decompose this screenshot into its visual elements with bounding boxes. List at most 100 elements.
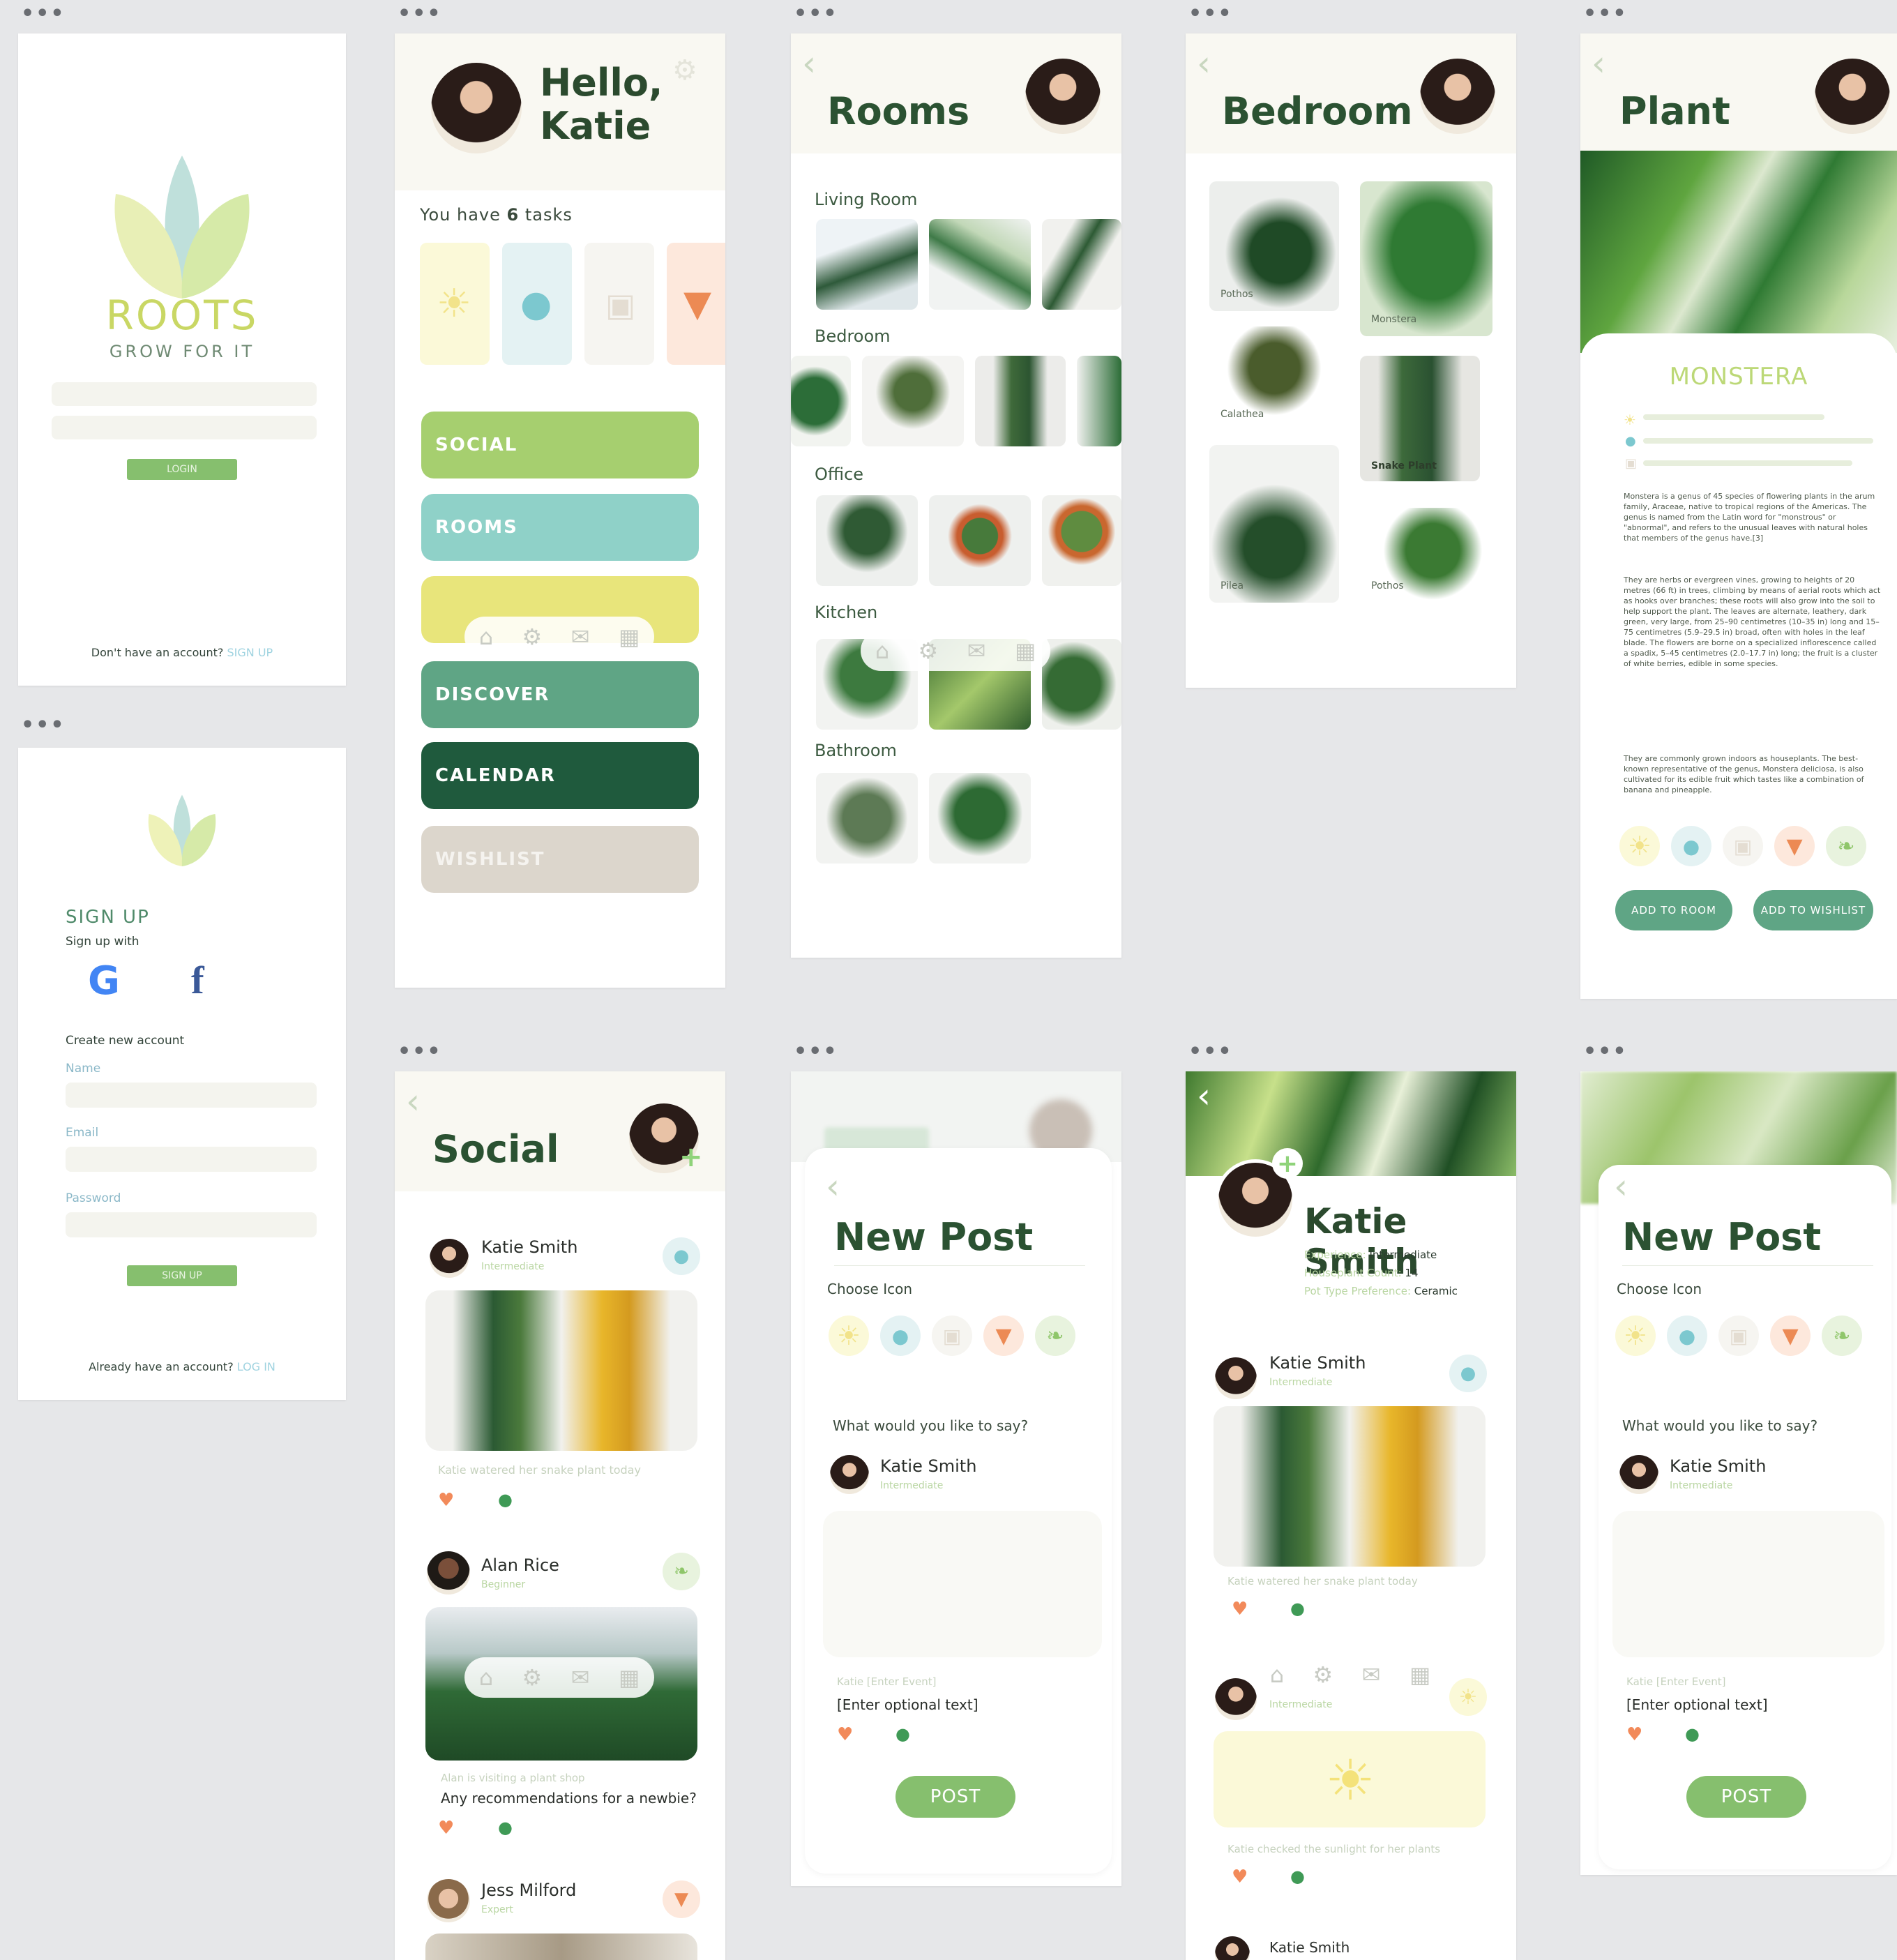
post-avatar[interactable]: [427, 1551, 470, 1595]
calendar-nav-icon[interactable]: ▦: [619, 1664, 640, 1691]
add-to-room-button[interactable]: ADD TO ROOM: [1615, 890, 1732, 930]
signup-button[interactable]: SIGN UP: [127, 1265, 237, 1286]
room-living-photo[interactable]: [816, 219, 918, 310]
post-text-input[interactable]: [823, 1511, 1102, 1657]
leaf-icon[interactable]: ❧: [1035, 1316, 1075, 1356]
user-avatar[interactable]: [431, 63, 522, 153]
comment-icon[interactable]: ●: [1290, 1599, 1305, 1618]
plant-card-pothos[interactable]: Pothos: [1360, 508, 1492, 603]
task-card-repot[interactable]: ▼: [667, 243, 725, 365]
facebook-icon[interactable]: f: [191, 958, 204, 1003]
email-field[interactable]: [66, 1147, 317, 1172]
plant-card-calathea[interactable]: Calathea: [1209, 326, 1339, 431]
signup-link[interactable]: SIGN UP: [227, 646, 273, 659]
back-icon[interactable]: ‹: [1614, 1169, 1628, 1204]
post-avatar[interactable]: [1215, 1678, 1257, 1720]
room-bedroom-photo[interactable]: [791, 356, 851, 446]
post-avatar[interactable]: [427, 1879, 470, 1922]
google-icon[interactable]: G: [88, 958, 120, 1004]
login-link[interactable]: LOG IN: [237, 1360, 275, 1373]
calendar-nav-icon[interactable]: ▦: [619, 624, 640, 650]
room-bathroom-photo[interactable]: [929, 773, 1031, 864]
post-button[interactable]: POST: [895, 1776, 1015, 1818]
window-menu-dots[interactable]: •••: [398, 1041, 442, 1062]
chat-nav-icon[interactable]: ✉: [967, 638, 986, 664]
window-menu-dots[interactable]: •••: [398, 3, 442, 24]
password-input[interactable]: [52, 416, 317, 439]
window-menu-dots[interactable]: •••: [794, 3, 838, 24]
room-living-photo[interactable]: [1042, 219, 1121, 310]
home-nav-icon[interactable]: ⌂: [875, 638, 889, 664]
comment-icon[interactable]: ●: [498, 1490, 513, 1509]
heart-icon[interactable]: ♥: [1232, 1599, 1248, 1620]
room-bathroom-photo[interactable]: [816, 773, 918, 864]
settings-nav-icon[interactable]: ⚙: [522, 624, 543, 650]
login-button[interactable]: LOGIN: [127, 459, 237, 480]
post-button[interactable]: POST: [1686, 1776, 1806, 1818]
user-avatar[interactable]: [1025, 59, 1101, 134]
comment-icon[interactable]: ●: [498, 1818, 513, 1837]
plant-card-snake-plant[interactable]: Snake Plant: [1360, 356, 1480, 481]
post-photo[interactable]: [425, 1290, 697, 1451]
menu-social[interactable]: SOCIAL: [421, 412, 699, 478]
room-bedroom-photo[interactable]: [975, 356, 1066, 446]
post-photo[interactable]: ☀: [1214, 1731, 1486, 1827]
chat-nav-icon[interactable]: ✉: [571, 1664, 590, 1691]
chat-nav-icon[interactable]: ✉: [571, 624, 590, 650]
event-input[interactable]: Katie [Enter Event]: [837, 1675, 937, 1688]
comment-icon[interactable]: ●: [1290, 1867, 1305, 1886]
room-kitchen-photo[interactable]: [1042, 639, 1121, 730]
back-icon[interactable]: ‹: [826, 1169, 840, 1204]
back-icon[interactable]: ‹: [406, 1084, 420, 1119]
window-menu-dots[interactable]: •••: [1583, 3, 1628, 24]
password-field[interactable]: [66, 1212, 317, 1237]
heart-icon[interactable]: ♥: [438, 1818, 454, 1839]
window-menu-dots[interactable]: •••: [1188, 3, 1233, 24]
menu-wishlist[interactable]: WISHLIST: [421, 826, 699, 893]
add-photo-icon[interactable]: +: [1272, 1148, 1303, 1179]
post-author[interactable]: Jess Milford: [481, 1880, 576, 1900]
post-avatar[interactable]: [430, 1239, 469, 1278]
leaf-icon[interactable]: ❧: [1822, 1316, 1862, 1356]
add-post-icon[interactable]: +: [679, 1141, 703, 1173]
settings-nav-icon[interactable]: ⚙: [919, 638, 939, 664]
post-author[interactable]: Alan Rice: [481, 1555, 559, 1575]
room-office-photo[interactable]: [929, 495, 1031, 586]
room-living-photo[interactable]: [929, 219, 1031, 310]
optional-text-input[interactable]: [Enter optional text]: [837, 1696, 978, 1713]
heart-icon[interactable]: ♥: [438, 1490, 454, 1511]
post-author[interactable]: Katie Smith: [1269, 1353, 1366, 1373]
name-field[interactable]: [66, 1083, 317, 1108]
window-menu-dots[interactable]: •••: [1583, 1041, 1628, 1062]
pot-icon[interactable]: ▼: [1770, 1316, 1811, 1356]
room-bedroom-photo[interactable]: [1077, 356, 1121, 446]
calendar-nav-icon[interactable]: ▦: [1015, 638, 1036, 664]
back-icon[interactable]: ‹: [1197, 46, 1211, 81]
username-input[interactable]: [52, 382, 317, 406]
heart-icon[interactable]: ♥: [1232, 1867, 1248, 1887]
event-input[interactable]: Katie [Enter Event]: [1626, 1675, 1726, 1688]
task-card-water[interactable]: ●: [502, 243, 572, 365]
fertilizer-icon[interactable]: ▣: [932, 1316, 972, 1356]
fertilizer-icon[interactable]: ▣: [1718, 1316, 1759, 1356]
sun-icon[interactable]: ☀: [1615, 1316, 1656, 1356]
back-icon[interactable]: ‹: [1197, 1078, 1211, 1113]
room-office-photo[interactable]: [1042, 495, 1121, 586]
plant-card-pilea[interactable]: Pilea: [1209, 445, 1339, 603]
post-author[interactable]: Katie Smith: [1269, 1939, 1350, 1956]
room-bedroom-photo[interactable]: [862, 356, 964, 446]
back-icon[interactable]: ‹: [802, 46, 816, 81]
window-menu-dots[interactable]: •••: [21, 715, 66, 736]
water-drop-icon[interactable]: ●: [880, 1316, 921, 1356]
post-photo[interactable]: [425, 1933, 697, 1960]
settings-nav-icon[interactable]: ⚙: [1313, 1661, 1333, 1688]
settings-nav-icon[interactable]: ⚙: [522, 1664, 543, 1691]
post-text-input[interactable]: [1612, 1511, 1884, 1657]
home-nav-icon[interactable]: ⌂: [479, 1664, 493, 1691]
window-menu-dots[interactable]: •••: [1188, 1041, 1233, 1062]
user-avatar[interactable]: [1815, 59, 1890, 134]
window-menu-dots[interactable]: •••: [794, 1041, 838, 1062]
water-drop-icon[interactable]: ●: [1667, 1316, 1707, 1356]
user-avatar[interactable]: [1420, 59, 1495, 134]
pot-icon[interactable]: ▼: [983, 1316, 1024, 1356]
